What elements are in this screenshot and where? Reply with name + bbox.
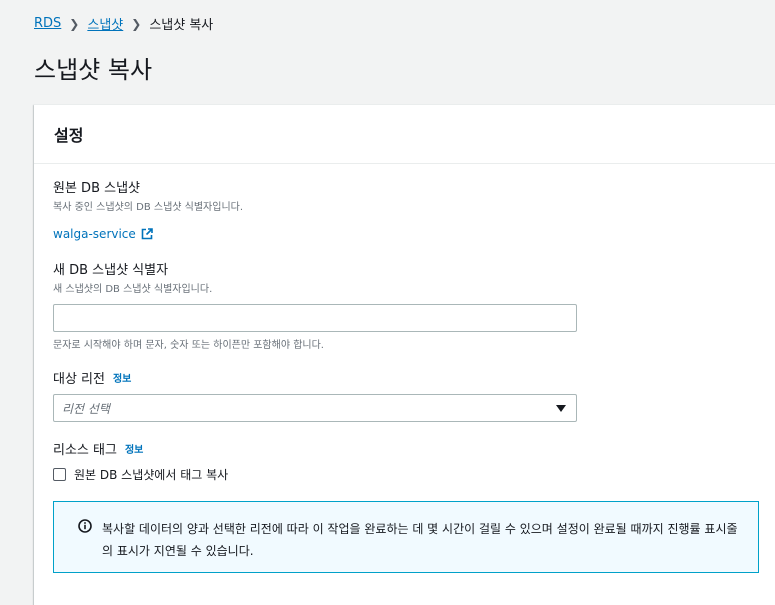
source-snapshot-field: 원본 DB 스냅샷 복사 중인 스냅샷의 DB 스냅샷 식별자입니다. walg… bbox=[53, 177, 243, 242]
external-link-icon bbox=[141, 228, 153, 240]
resource-tags-label: 리소스 태그 bbox=[53, 443, 117, 458]
destination-region-label: 대상 리전 bbox=[53, 372, 105, 387]
source-snapshot-value: walga-service bbox=[53, 227, 136, 241]
new-snapshot-id-constraint: 문자로 시작해야 하며 문자, 숫자 또는 하이픈만 포함해야 합니다. bbox=[53, 340, 324, 351]
chevron-right-icon: ❯ bbox=[69, 16, 80, 31]
new-snapshot-id-field: 새 DB 스냅샷 식별자 새 스냅샷의 DB 스냅샷 식별자입니다. 문자로 시… bbox=[53, 259, 577, 351]
breadcrumb: RDS ❯ 스냅샷 ❯ 스냅샷 복사 bbox=[34, 14, 213, 33]
caret-down-icon bbox=[556, 404, 566, 412]
new-snapshot-id-description: 새 스냅샷의 DB 스냅샷 식별자입니다. bbox=[53, 284, 213, 295]
alert-text: 복사할 데이터의 양과 선택한 리전에 따라 이 작업을 완료하는 데 몇 시간… bbox=[102, 522, 738, 558]
breadcrumb-snapshots-link[interactable]: 스냅샷 bbox=[87, 14, 123, 33]
destination-region-info-link[interactable]: 정보 bbox=[113, 370, 131, 385]
region-select-placeholder: 리전 선택 bbox=[62, 401, 110, 416]
resource-tags-info-link[interactable]: 정보 bbox=[125, 441, 143, 456]
source-snapshot-label: 원본 DB 스냅샷 bbox=[53, 181, 140, 196]
source-snapshot-description: 복사 중인 스냅샷의 DB 스냅샷 식별자입니다. bbox=[53, 202, 244, 213]
info-alert: 복사할 데이터의 양과 선택한 리전에 따라 이 작업을 완료하는 데 몇 시간… bbox=[53, 501, 759, 573]
breadcrumb-rds-link[interactable]: RDS bbox=[34, 16, 61, 31]
source-snapshot-link[interactable]: walga-service bbox=[53, 227, 153, 241]
resource-tags-field: 리소스 태그 정보 원본 DB 스냅샷에서 태그 복사 bbox=[53, 439, 228, 483]
breadcrumb-current: 스냅샷 복사 bbox=[149, 18, 214, 33]
region-select[interactable]: 리전 선택 bbox=[53, 394, 577, 422]
panel-title: 설정 bbox=[54, 126, 84, 145]
settings-panel: 설정 원본 DB 스냅샷 복사 중인 스냅샷의 DB 스냅샷 식별자입니다. w… bbox=[34, 104, 775, 605]
info-icon bbox=[78, 519, 92, 533]
chevron-right-icon: ❯ bbox=[131, 16, 142, 31]
panel-header: 설정 bbox=[34, 105, 775, 164]
copy-tags-checkbox[interactable] bbox=[53, 468, 66, 481]
copy-tags-option[interactable]: 원본 DB 스냅샷에서 태그 복사 bbox=[53, 466, 228, 483]
page-title: 스냅샷 복사 bbox=[34, 56, 153, 84]
new-snapshot-id-label: 새 DB 스냅샷 식별자 bbox=[53, 263, 169, 278]
destination-region-field: 대상 리전 정보 리전 선택 bbox=[53, 368, 577, 422]
new-snapshot-id-input[interactable] bbox=[53, 304, 577, 332]
copy-tags-label: 원본 DB 스냅샷에서 태그 복사 bbox=[74, 468, 229, 482]
